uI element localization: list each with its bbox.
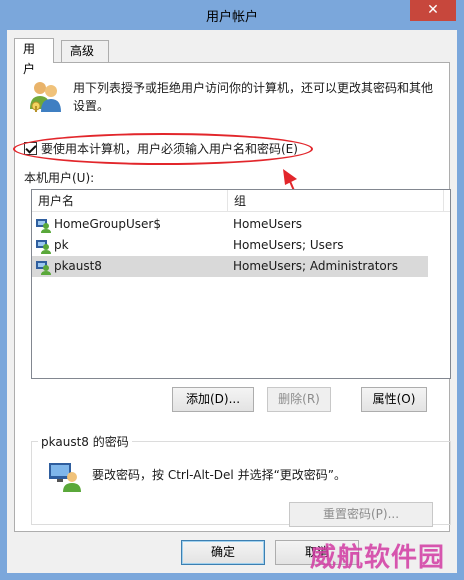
row-username: HomeGroupUser$ (54, 217, 161, 231)
list-rows: HomeGroupUser$ HomeUsers pk HomeUsers; U… (32, 214, 450, 277)
password-group: pkaust8 的密码 要改密码，按 Ctrl-Alt-Del 并选择“更改密码… (31, 433, 451, 527)
reset-password-button[interactable]: 重置密码(P)... (289, 502, 433, 527)
column-header-username[interactable]: 用户名 (32, 190, 228, 212)
user-icon (36, 219, 51, 233)
properties-button[interactable]: 属性(O) (361, 387, 427, 412)
row-group: HomeUsers; Administrators (233, 259, 398, 273)
row-group: HomeUsers; Users (233, 238, 344, 252)
window-title: 用户帐户 (205, 10, 258, 25)
row-username: pk (54, 238, 69, 252)
user-icon (36, 240, 51, 254)
ok-button[interactable]: 确定 (181, 540, 265, 565)
users-list[interactable]: 用户名 组 HomeGroupUser$ HomeUsers pk HomeUs… (31, 189, 451, 379)
add-button[interactable]: 添加(D)... (172, 387, 254, 412)
users-icon (30, 82, 61, 112)
watermark: 威航软件园 (310, 543, 446, 573)
dialog-client: 用户 高级 用下列表授予或拒绝用户访问你的计算机，还可以更改其密码和其他设置。 … (7, 30, 457, 573)
delete-button[interactable]: 删除(R) (267, 387, 331, 412)
row-group: HomeUsers (233, 217, 303, 231)
table-row[interactable]: HomeGroupUser$ HomeUsers (32, 214, 428, 235)
table-row-selected[interactable]: pkaust8 HomeUsers; Administrators (32, 256, 428, 277)
row-username: pkaust8 (54, 259, 102, 273)
table-row[interactable]: pk HomeUsers; Users (32, 235, 428, 256)
users-tab-panel: 用下列表授予或拒绝用户访问你的计算机，还可以更改其密码和其他设置。 要使用本计算… (13, 62, 451, 532)
intro-text: 用下列表授予或拒绝用户访问你的计算机，还可以更改其密码和其他设置。 (73, 81, 434, 113)
computer-user-icon (49, 463, 81, 492)
password-instructions: 要改密码，按 Ctrl-Alt-Del 并选择“更改密码”。 (92, 468, 347, 482)
user-accounts-window: 用户帐户 ✕ 用户 高级 用下列表授予或拒绝用户访问你的计算机，还可以更改其密码… (0, 0, 464, 580)
annotation-ellipse (13, 133, 313, 165)
close-icon: ✕ (427, 2, 439, 18)
column-header-group[interactable]: 组 (228, 190, 444, 212)
local-users-label: 本机用户(U): (24, 171, 95, 185)
tab-users[interactable]: 用户 (14, 38, 54, 76)
user-icon (36, 261, 51, 275)
title-bar[interactable]: 用户帐户 ✕ (0, 0, 464, 30)
tab-advanced[interactable]: 高级 (61, 40, 109, 62)
password-group-title: pkaust8 的密码 (38, 433, 132, 450)
close-button[interactable]: ✕ (410, 0, 456, 21)
list-header: 用户名 组 (32, 190, 450, 212)
